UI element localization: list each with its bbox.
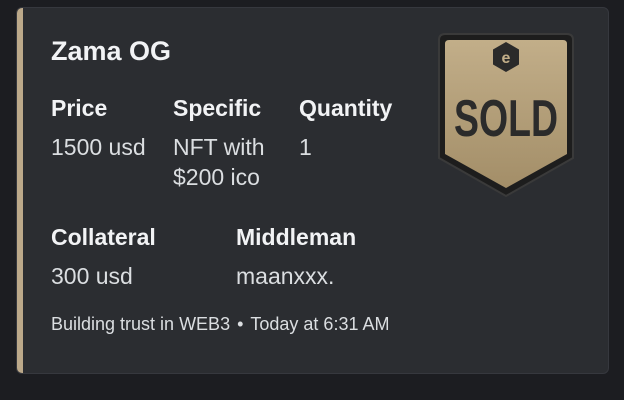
field-middleman-value: maanxxx. (236, 263, 335, 289)
field-price-name: Price (51, 95, 108, 121)
field-collateral-value: 300 usd (51, 263, 133, 289)
field-middleman-name: Middleman (236, 224, 357, 250)
sold-label: SOLD (454, 90, 558, 148)
field-collateral-name: Collateral (51, 224, 156, 250)
footer-separator: • (237, 314, 244, 334)
field-quantity-value: 1 (299, 134, 312, 160)
field-price-value: 1500 usd (51, 134, 146, 160)
field-price: Price 1500 usd (51, 94, 146, 162)
embed-title: Zama OG (51, 36, 172, 66)
svg-text:e: e (502, 50, 511, 67)
field-collateral: Collateral 300 usd (51, 223, 156, 291)
field-middleman: Middleman maanxxx. (236, 223, 356, 291)
embed-accent-bar (17, 8, 23, 373)
sold-badge-icon[interactable]: e SOLD (435, 30, 577, 200)
field-quantity-name: Quantity (299, 95, 393, 121)
footer-text: Building trust in WEB3 (51, 314, 231, 334)
field-specific-name: Specific (173, 95, 262, 121)
embed-footer: Building trust in WEB3 • Today at 6:31 AM (51, 314, 389, 335)
field-quantity: Quantity 1 (299, 94, 392, 162)
footer-timestamp: Today at 6:31 AM (250, 314, 390, 334)
field-specific-value: NFT with $200 ico (173, 134, 265, 190)
field-specific: Specific NFT with $200 ico (173, 94, 293, 192)
embed-card: Zama OG Price 1500 usd Specific NFT with… (16, 7, 609, 374)
